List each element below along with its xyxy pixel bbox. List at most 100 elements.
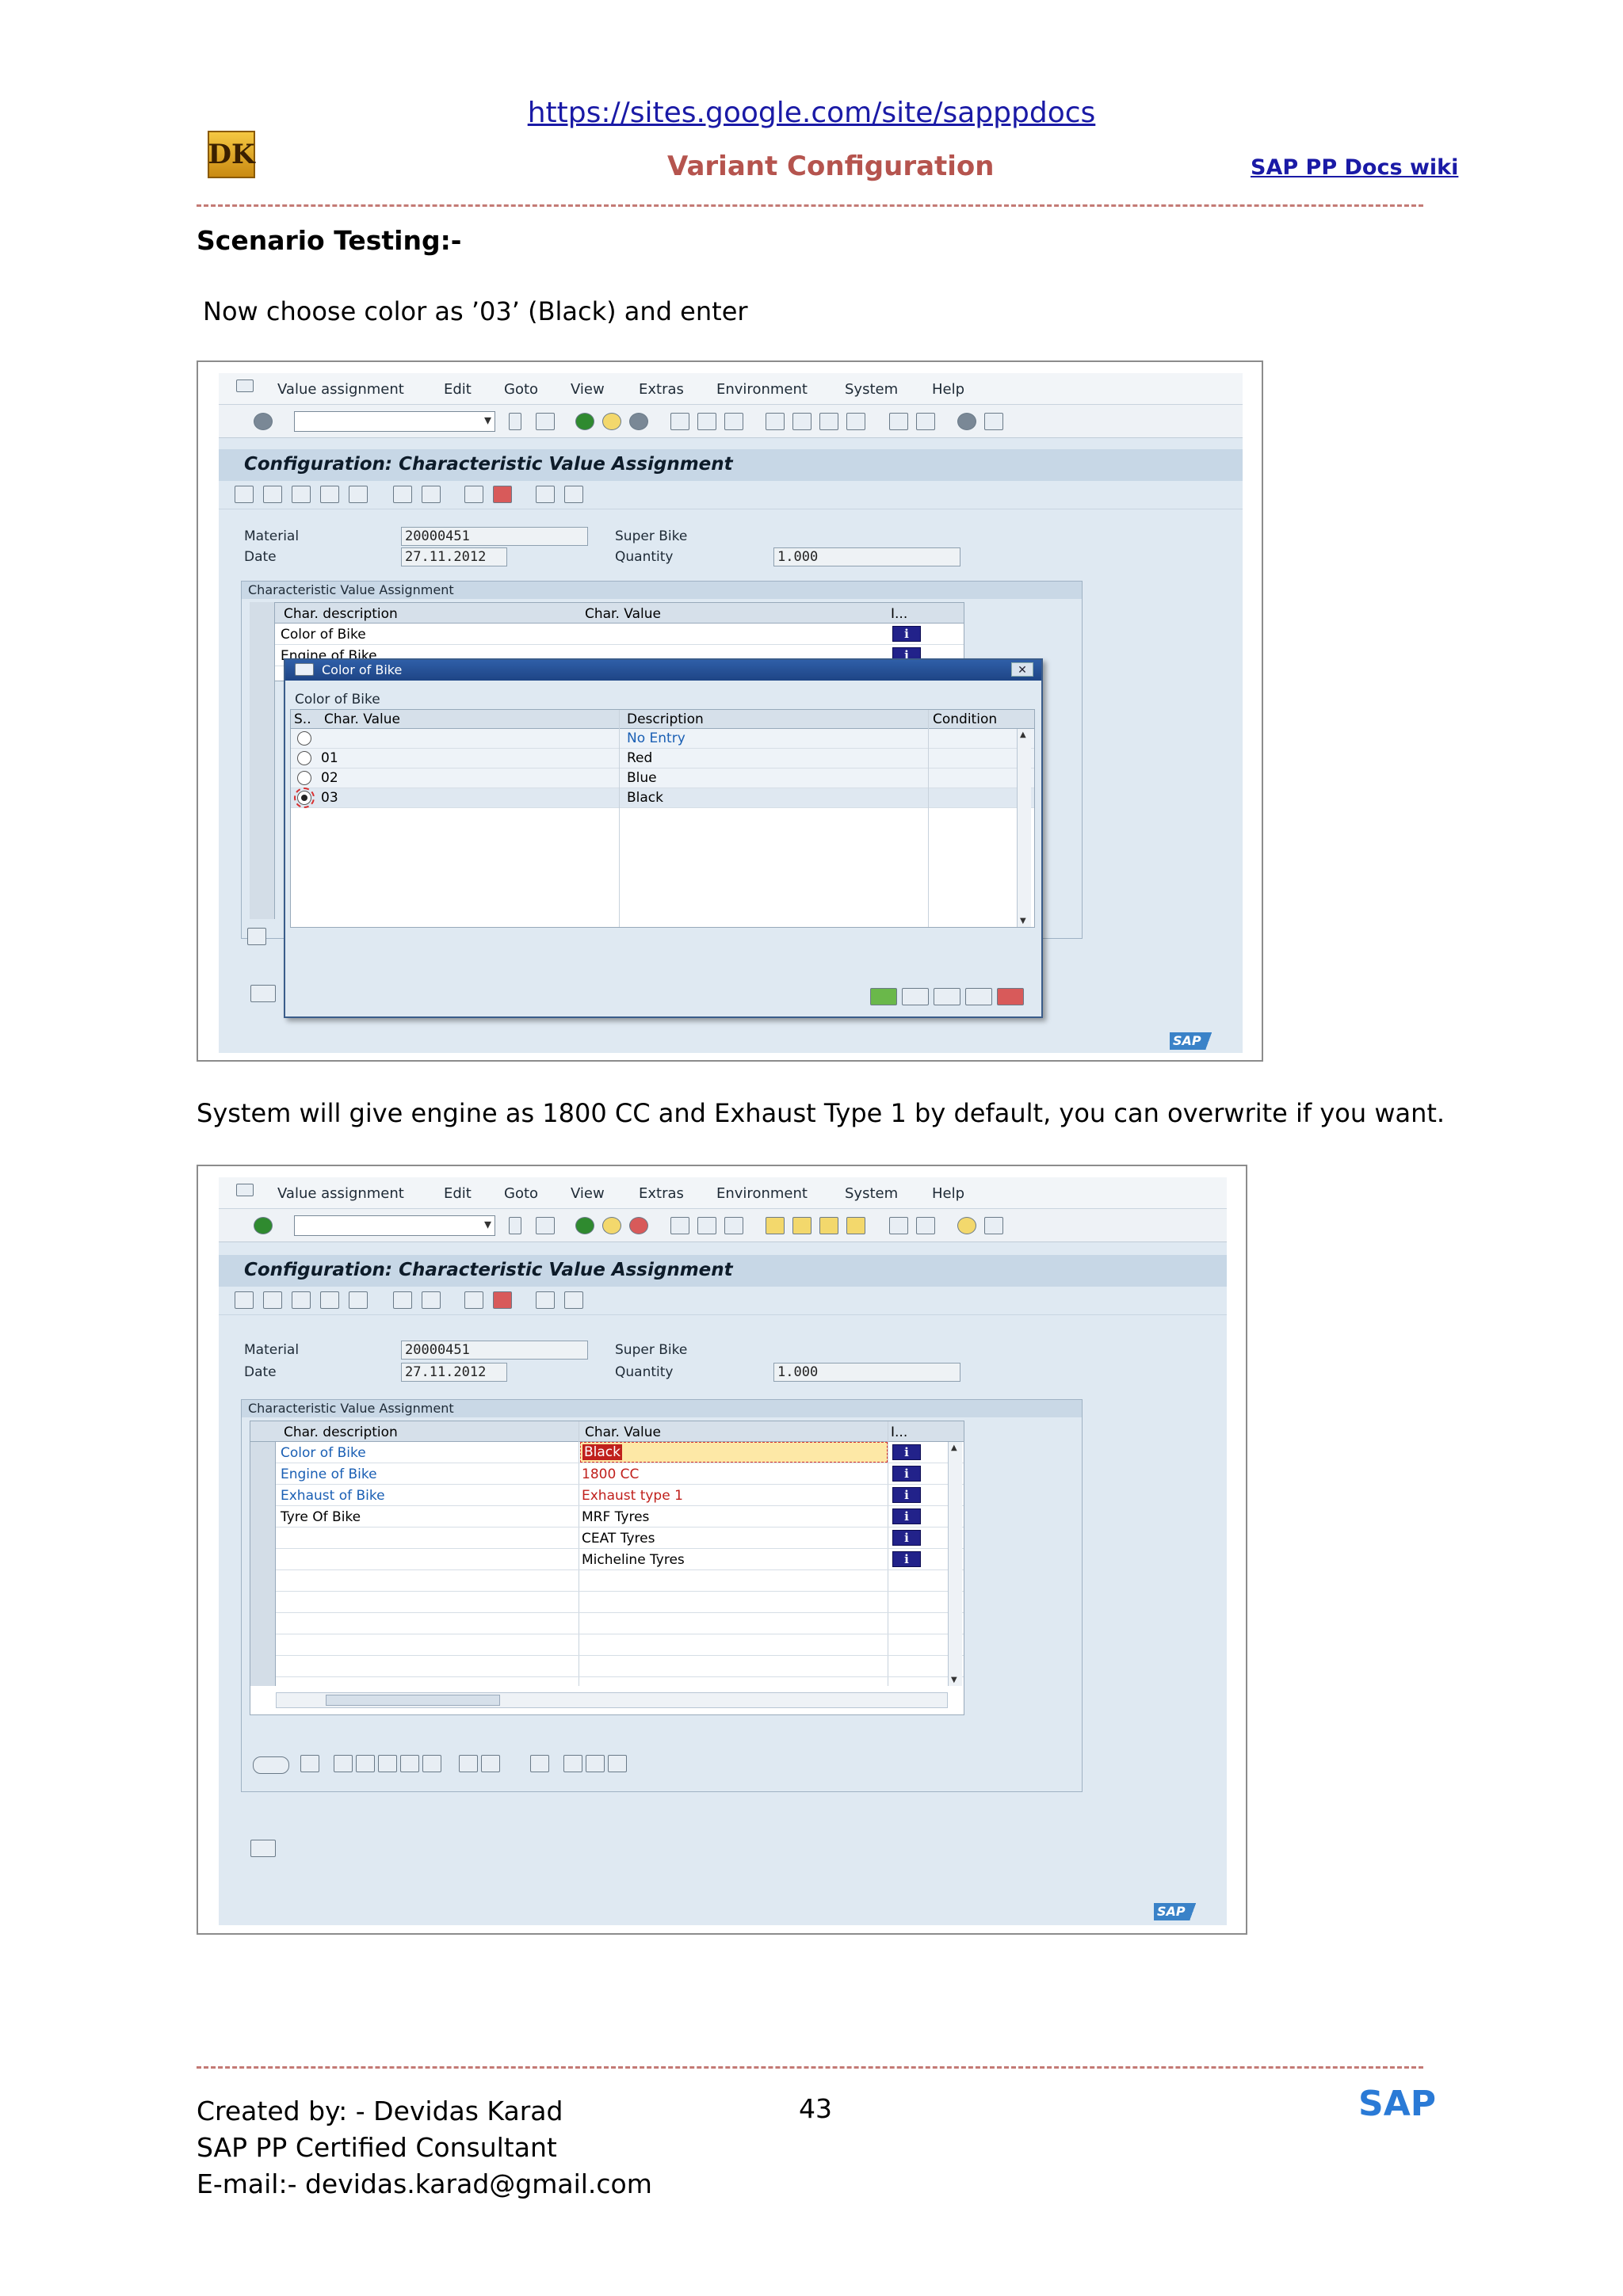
radio-no-entry[interactable] [297, 731, 311, 746]
list-item[interactable]: 02 Blue [291, 769, 1034, 788]
sort-down-icon[interactable] [356, 1755, 375, 1772]
info-icon[interactable]: i [892, 626, 921, 642]
cancel-icon[interactable] [629, 1217, 648, 1234]
next-page-icon[interactable] [819, 1217, 838, 1234]
sum-icon[interactable] [400, 1755, 419, 1772]
layout-icon[interactable] [984, 1217, 1003, 1234]
overview-icon[interactable] [250, 1840, 276, 1857]
table-row[interactable]: Exhaust of Bike Exhaust type 1 i [276, 1485, 964, 1506]
back-arrow-icon[interactable] [509, 1217, 521, 1234]
link-icon[interactable] [536, 1291, 555, 1309]
graphic-icon[interactable] [481, 1755, 500, 1772]
calc-icon[interactable] [564, 486, 583, 503]
table-row[interactable] [276, 1634, 964, 1656]
delete-icon[interactable] [493, 1291, 512, 1309]
menu-value-assignment[interactable]: Value assignment [277, 381, 404, 398]
print-icon[interactable] [670, 413, 689, 430]
shortcut-icon[interactable] [916, 413, 935, 430]
menu-extras[interactable]: Extras [639, 381, 684, 398]
row-value[interactable]: MRF Tyres [582, 1509, 649, 1525]
command-field[interactable] [294, 1215, 495, 1236]
enter-icon[interactable] [254, 413, 273, 430]
menu-icon[interactable] [236, 379, 254, 392]
list-item[interactable]: No Entry [291, 729, 1034, 749]
hierarchy-icon[interactable] [263, 1291, 282, 1309]
cancel-x-icon[interactable] [997, 988, 1024, 1005]
menu-goto[interactable]: Goto [504, 1185, 538, 1202]
menu-goto[interactable]: Goto [504, 381, 538, 398]
link-icon[interactable] [536, 486, 555, 503]
shortcut-icon[interactable] [916, 1217, 935, 1234]
row-value-input-active[interactable]: Black [580, 1442, 888, 1463]
structure-icon[interactable] [235, 1291, 254, 1309]
horizontal-scrollbar[interactable] [276, 1692, 948, 1708]
radio-03[interactable] [294, 788, 315, 808]
new-session-icon[interactable] [889, 1217, 908, 1234]
menu-environment[interactable]: Environment [716, 1185, 808, 1202]
find-icon[interactable] [934, 988, 960, 1005]
menu-value-assignment[interactable]: Value assignment [277, 1185, 404, 1202]
prev-page-icon[interactable] [792, 413, 812, 430]
row-value-input[interactable] [582, 624, 888, 644]
row-selector-column[interactable] [250, 1442, 276, 1686]
quantity-field[interactable]: 1.000 [773, 547, 960, 566]
copy-icon[interactable] [464, 1291, 483, 1309]
hierarchy-all-icon[interactable] [349, 486, 368, 503]
copy-icon[interactable] [464, 486, 483, 503]
radio-02[interactable] [297, 771, 311, 785]
confirm-check-icon[interactable] [870, 988, 897, 1005]
hierarchy-collapse-icon[interactable] [320, 1291, 339, 1309]
table-row[interactable]: Engine of Bike 1800 CC i [276, 1463, 964, 1485]
hierarchy-all-icon[interactable] [349, 1291, 368, 1309]
back-icon[interactable] [575, 413, 594, 430]
hierarchy-expand-icon[interactable] [292, 1291, 311, 1309]
layout-icon[interactable] [984, 413, 1003, 430]
enter-icon[interactable] [254, 1217, 273, 1234]
exit-icon[interactable] [602, 413, 621, 430]
filter-icon[interactable] [965, 988, 992, 1005]
save-icon[interactable] [536, 413, 555, 430]
menu-icon[interactable] [236, 1184, 254, 1196]
first-page-icon[interactable] [766, 413, 785, 430]
row-selector-column[interactable] [250, 602, 275, 919]
table-row[interactable]: Color of Bike i [250, 624, 964, 645]
menu-edit[interactable]: Edit [444, 381, 472, 398]
last-page-icon[interactable] [846, 413, 865, 430]
find-next-icon[interactable] [724, 413, 743, 430]
vertical-scrollbar[interactable]: ▲ ▼ [948, 1442, 962, 1686]
material-field[interactable]: 20000451 [401, 527, 588, 546]
first-page-icon[interactable] [766, 1217, 785, 1234]
exit-icon[interactable] [602, 1217, 621, 1234]
vertical-scrollbar[interactable]: ▲ ▼ [1017, 729, 1031, 927]
row-value[interactable]: 1800 CC [582, 1466, 639, 1482]
hierarchy-expand-icon[interactable] [292, 486, 311, 503]
menu-view[interactable]: View [571, 1185, 605, 1202]
copy-rows-icon[interactable] [563, 1755, 582, 1772]
find-icon[interactable] [530, 1755, 549, 1772]
detail-icon[interactable] [422, 486, 441, 503]
table-row[interactable] [276, 1613, 964, 1634]
find-next-icon[interactable] [724, 1217, 743, 1234]
exchange-icon[interactable] [586, 1755, 605, 1772]
table-icon[interactable] [393, 1291, 412, 1309]
info-icon[interactable]: i [892, 1487, 921, 1503]
material-field[interactable]: 20000451 [401, 1341, 588, 1360]
table-row[interactable] [276, 1656, 964, 1677]
save-icon[interactable] [536, 1217, 555, 1234]
list-item[interactable]: 01 Red [291, 749, 1034, 769]
next-page-icon[interactable] [819, 413, 838, 430]
command-field[interactable] [294, 411, 495, 432]
row-value[interactable]: CEAT Tyres [582, 1531, 655, 1547]
find-icon[interactable] [697, 1217, 716, 1234]
wiki-link[interactable]: SAP PP Docs wiki [1251, 155, 1458, 180]
info-icon[interactable]: i [892, 1466, 921, 1482]
table-row[interactable] [276, 1592, 964, 1613]
quantity-field[interactable]: 1.000 [773, 1363, 960, 1382]
prev-page-icon[interactable] [792, 1217, 812, 1234]
table-row[interactable] [276, 1570, 964, 1592]
new-session-icon[interactable] [889, 413, 908, 430]
help-icon[interactable] [957, 1217, 976, 1234]
back-arrow-icon[interactable] [509, 413, 521, 430]
find-icon[interactable] [697, 413, 716, 430]
lock-icon[interactable] [300, 1755, 319, 1772]
